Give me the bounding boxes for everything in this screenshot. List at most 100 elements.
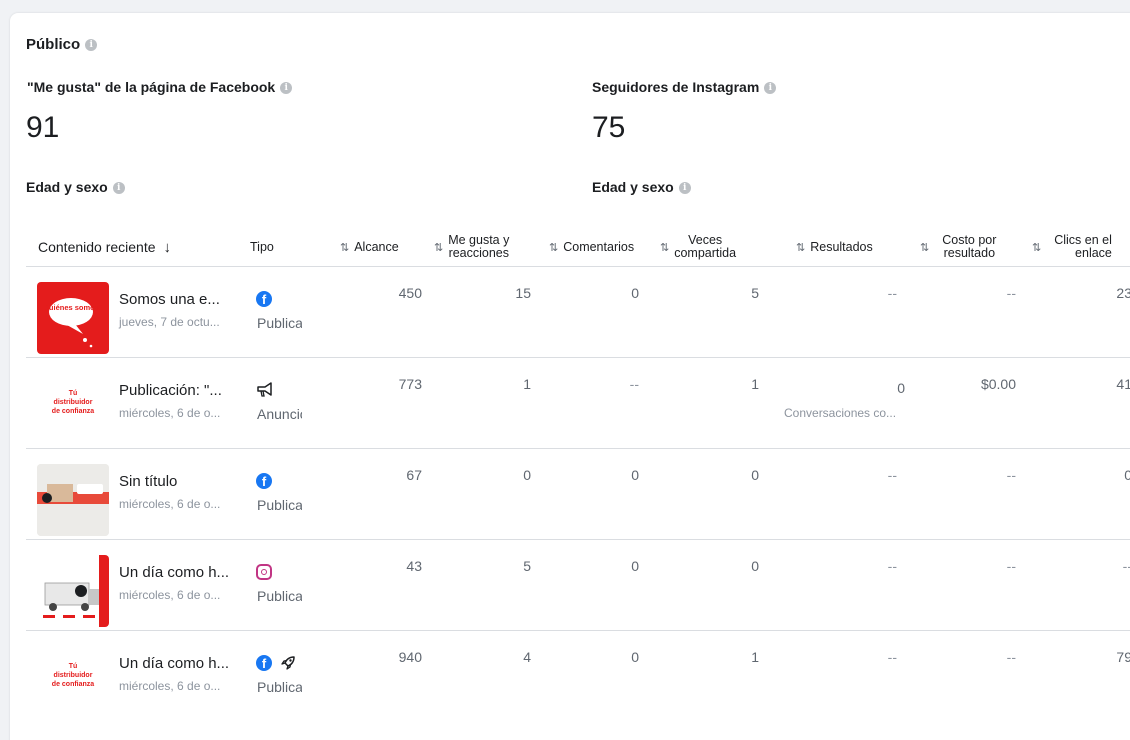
- facebook-likes-value: 91: [26, 111, 60, 144]
- sort-icon: ⇅: [920, 241, 930, 254]
- table-row[interactable]: Tú distribuidor de confianza Un día como…: [26, 631, 1130, 722]
- post-date: miércoles, 6 de o...: [119, 497, 221, 511]
- sort-icon: ⇅: [1032, 241, 1042, 254]
- cell-clicks: --: [1122, 558, 1130, 574]
- post-thumbnail[interactable]: [37, 464, 109, 536]
- cell-results: 0: [897, 380, 905, 396]
- post-title[interactable]: Sin título: [119, 473, 177, 490]
- cell-reach: 773: [398, 376, 422, 392]
- audience-card: Público i "Me gusta" de la página de Face…: [10, 13, 1130, 740]
- cell-shares: 1: [751, 376, 759, 392]
- header-comments[interactable]: ⇅ Comentarios: [549, 227, 642, 267]
- table-row[interactable]: ¿Quiénes somos? Somos una e... jueves, 7…: [26, 267, 1130, 358]
- cell-clicks: 23: [1116, 285, 1130, 301]
- thumb-slogan-line: Tú: [68, 663, 78, 670]
- info-icon[interactable]: i: [112, 182, 125, 195]
- cell-results: --: [887, 467, 897, 483]
- instagram-icon: [256, 564, 272, 580]
- cell-reach: 450: [398, 285, 422, 301]
- post-type: Publicación: [257, 588, 302, 604]
- cell-comments: --: [629, 376, 639, 392]
- cell-cost: $0.00: [980, 376, 1016, 392]
- info-icon[interactable]: i: [85, 39, 98, 52]
- facebook-likes-label: "Me gusta" de la página de Facebook i: [27, 79, 293, 95]
- info-icon[interactable]: i: [678, 182, 691, 195]
- post-title[interactable]: Publicación: "...: [119, 382, 222, 399]
- sort-icon: ⇅: [796, 241, 806, 254]
- cell-clicks: 0: [1124, 467, 1130, 483]
- facebook-icon: f: [256, 291, 272, 307]
- table-header: Contenido reciente ↓ Tipo ⇅ Alcance ⇅ Me gu…: [26, 227, 1130, 267]
- post-title[interactable]: Un día como h...: [119, 564, 229, 581]
- section-title: Público i: [26, 36, 98, 53]
- post-thumbnail[interactable]: Tú distribuidor de confianza: [37, 373, 109, 445]
- sort-icon: ⇅: [660, 241, 670, 254]
- cell-shares: 0: [751, 467, 759, 483]
- post-thumbnail[interactable]: ¿Quiénes somos?: [37, 282, 109, 354]
- header-recent-content[interactable]: Contenido reciente ↓: [38, 227, 171, 267]
- table-row[interactable]: Tú distribuidor de confianza Publicación…: [26, 358, 1130, 449]
- thumb-slogan-line: Tú: [68, 390, 78, 397]
- cell-shares: 1: [751, 649, 759, 665]
- post-thumbnail[interactable]: Tú distribuidor de confianza: [37, 646, 109, 718]
- post-type: Publicación: [257, 497, 302, 513]
- header-results[interactable]: ⇅ Resultados: [796, 227, 873, 267]
- post-title[interactable]: Un día como h...: [119, 655, 229, 672]
- megaphone-icon: [257, 382, 272, 397]
- cell-comments: 0: [631, 285, 639, 301]
- cell-results: --: [887, 649, 897, 665]
- thumb-slogan-line: de confianza: [51, 681, 95, 688]
- cell-comments: 0: [631, 467, 639, 483]
- cell-cost: --: [1006, 649, 1016, 665]
- cell-clicks: 41: [1116, 376, 1130, 392]
- cell-results: --: [887, 558, 897, 574]
- cell-shares: 5: [751, 285, 759, 301]
- cell-comments: 0: [631, 649, 639, 665]
- arrow-down-icon: ↓: [163, 238, 172, 256]
- cell-reach: 67: [406, 467, 422, 483]
- cell-likes: 1: [523, 376, 531, 392]
- header-reach[interactable]: ⇅ Alcance: [340, 227, 399, 267]
- post-title[interactable]: Somos una e...: [119, 291, 220, 308]
- table-row[interactable]: Sin título miércoles, 6 de o... f Public…: [26, 449, 1130, 540]
- recent-content-table: Contenido reciente ↓ Tipo ⇅ Alcance ⇅ Me gu…: [26, 227, 1130, 722]
- cell-likes: 5: [523, 558, 531, 574]
- header-shares[interactable]: ⇅ Veces compartida: [660, 227, 736, 267]
- type-icons: f: [256, 291, 272, 307]
- cell-reach: 940: [398, 649, 422, 665]
- facebook-icon: f: [256, 473, 272, 489]
- header-likes[interactable]: ⇅ Me gusta y reacciones: [434, 227, 509, 267]
- table-row[interactable]: Un día como h... miércoles, 6 de o... Pu…: [26, 540, 1130, 631]
- cell-shares: 0: [751, 558, 759, 574]
- instagram-age-gender-label: Edad y sexo i: [592, 179, 691, 195]
- post-thumbnail[interactable]: [37, 555, 109, 627]
- post-date: miércoles, 6 de o...: [119, 406, 221, 420]
- instagram-followers-value: 75: [592, 111, 626, 144]
- info-icon[interactable]: i: [280, 82, 293, 95]
- header-cost[interactable]: ⇅ Costo por resultado: [920, 227, 996, 267]
- type-icons: [256, 382, 274, 398]
- info-icon[interactable]: i: [764, 82, 777, 95]
- post-type: Anuncio: [257, 406, 302, 422]
- post-type: Publicación: [257, 679, 302, 695]
- cell-results: --: [887, 285, 897, 301]
- type-icons: f: [256, 655, 296, 671]
- sort-icon: ⇅: [340, 241, 350, 254]
- sort-icon: ⇅: [549, 241, 559, 254]
- post-date: miércoles, 6 de o...: [119, 588, 221, 602]
- cell-likes: 4: [523, 649, 531, 665]
- header-type[interactable]: Tipo: [250, 227, 274, 267]
- cell-comments: 0: [631, 558, 639, 574]
- rocket-icon: [281, 656, 295, 670]
- thumb-slogan-line: distribuidor: [53, 399, 93, 406]
- cell-cost: --: [1006, 285, 1016, 301]
- post-date: miércoles, 6 de o...: [119, 679, 221, 693]
- thumb-slogan-line: distribuidor: [53, 672, 93, 679]
- facebook-icon: f: [256, 655, 272, 671]
- sort-icon: ⇅: [434, 241, 444, 254]
- facebook-age-gender-label: Edad y sexo i: [26, 179, 125, 195]
- thumb-text-quienes: ¿Quiénes somos?: [38, 303, 103, 312]
- header-clicks[interactable]: ⇅ Clics en el enlace: [1032, 227, 1112, 267]
- type-icons: f: [256, 473, 272, 489]
- instagram-followers-label: Seguidores de Instagram i: [592, 79, 777, 95]
